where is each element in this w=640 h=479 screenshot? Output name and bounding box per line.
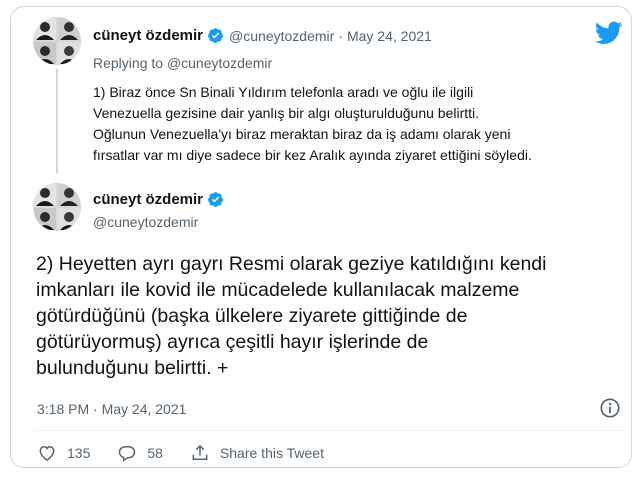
text-line: imkanları ile kovid ile mücadelede kulla…	[36, 279, 520, 301]
reply-icon	[119, 446, 136, 462]
verified-badge-icon	[208, 192, 223, 207]
like-button[interactable]: 135	[37, 443, 90, 463]
avatar[interactable]	[33, 183, 81, 231]
text-line: fırsatlar var mı diye sadece bir kez Ara…	[93, 147, 532, 163]
text-line: 1) Biraz önce Sn Binali Yıldırım telefon…	[93, 84, 474, 100]
thread-connector-line	[56, 69, 58, 173]
heart-icon	[39, 445, 55, 461]
author-name[interactable]: cüneyt özdemir	[93, 27, 203, 44]
text-line: götürüyormuş) ayrıca çeşitli hayır işler…	[36, 331, 429, 353]
author-handle[interactable]: @cuneytozdemir	[93, 214, 198, 230]
text-line: götürdüğünü (başka ülkelere ziyarete git…	[36, 305, 468, 327]
replying-to: Replying to @cuneytozdemir	[93, 55, 272, 71]
share-icon	[192, 444, 208, 460]
text-line: 2) Heyetten ayrı gayrı Resmi olarak gezi…	[36, 253, 547, 275]
reply-tweet-text: 1) Biraz önce Sn Binali Yıldırım telefon…	[93, 82, 628, 166]
share-label: Share this Tweet	[219, 445, 324, 461]
share-button[interactable]: Share this Tweet	[190, 443, 324, 463]
main-tweet-author: cüneyt özdemir	[93, 191, 224, 208]
author-name[interactable]: cüneyt özdemir	[93, 191, 203, 208]
tweet-timestamp[interactable]: 3:18 PM · May 24, 2021	[37, 401, 186, 417]
verified-badge-icon	[208, 28, 223, 43]
text-line: Venezuella gezisine dair yanlış bir algı…	[93, 105, 480, 121]
separator-dot: ·	[338, 27, 343, 44]
avatar[interactable]	[33, 17, 81, 65]
twitter-bird-icon[interactable]	[595, 21, 623, 45]
tweet-date[interactable]: May 24, 2021	[347, 28, 432, 44]
reply-tweet-header: cüneyt özdemir @cuneytozdemir · May 24, …	[93, 27, 432, 44]
replying-mention-link[interactable]: @cuneytozdemir	[167, 55, 272, 71]
reply-button[interactable]: 58	[117, 443, 163, 463]
author-handle[interactable]: @cuneytozdemir	[229, 28, 334, 44]
reply-count: 58	[147, 445, 163, 461]
like-count: 135	[67, 445, 91, 461]
replying-prefix: Replying to	[93, 55, 164, 71]
main-tweet-text: 2) Heyetten ayrı gayrı Resmi olarak gezi…	[36, 251, 636, 381]
tweet-embed-card: cüneyt özdemir @cuneytozdemir · May 24, …	[10, 6, 632, 468]
divider	[35, 430, 627, 431]
text-line: bulunduğunu belirtti. +	[36, 357, 229, 379]
text-line: Oğlunun Venezuella'yı biraz meraktan bir…	[93, 126, 511, 142]
tweet-actions: 135 58 Share this Tweet	[37, 443, 351, 463]
info-icon[interactable]	[599, 397, 621, 419]
